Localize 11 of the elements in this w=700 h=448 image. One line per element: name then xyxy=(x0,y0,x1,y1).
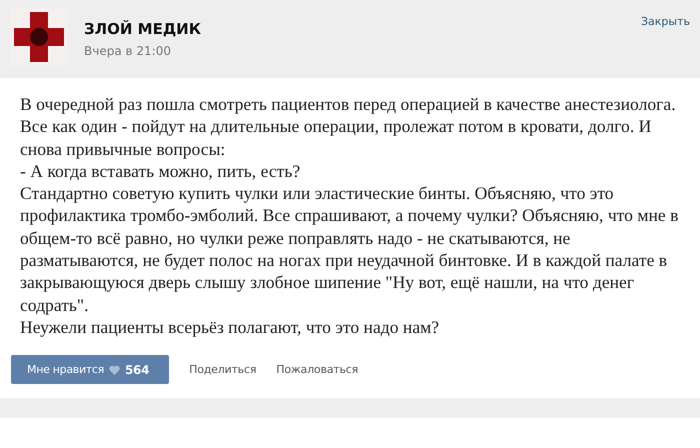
close-link[interactable]: Закрыть xyxy=(641,15,690,28)
like-button[interactable]: Мне нравится 564 xyxy=(11,355,170,384)
action-link[interactable]: Поделиться xyxy=(189,363,256,376)
action-link[interactable]: Пожаловаться xyxy=(276,363,358,376)
post-time: Вчера в 21:00 xyxy=(84,44,172,58)
author-name[interactable]: ЗЛОЙ МЕДИК xyxy=(84,20,201,38)
post-paragraph: В очередной раз пошла смотреть пациентов перед операцией в качестве анестезиолога. Все как один - пойдут на длительные операции, пролежат потом в кровати, долго. И снова привычные вопросы: xyxy=(20,93,677,160)
post-paragraph: Стандартно советую купить чулки или эластические бинты. Объясняю, что это профилактика тромбо-эмболий. Все спрашивают, а почему чулки? Объясняю, что мне в общем-то всё равно, но чулки реже поправлять надо - не скатываются, не разматываются, не будет полос на ногах при неудачной бинтовке. И в каждой палате в закрывающуюся дверь слышу злобное шипение "Ну вот, ещё нашли, на что денег содрать". xyxy=(20,182,680,316)
post-paragraph: - А когда вставать можно, пить, есть? xyxy=(20,160,302,182)
heart-icon xyxy=(108,364,120,375)
post-paragraph: Неужели пациенты всерьёз полагают, что это надо нам? xyxy=(20,316,440,338)
